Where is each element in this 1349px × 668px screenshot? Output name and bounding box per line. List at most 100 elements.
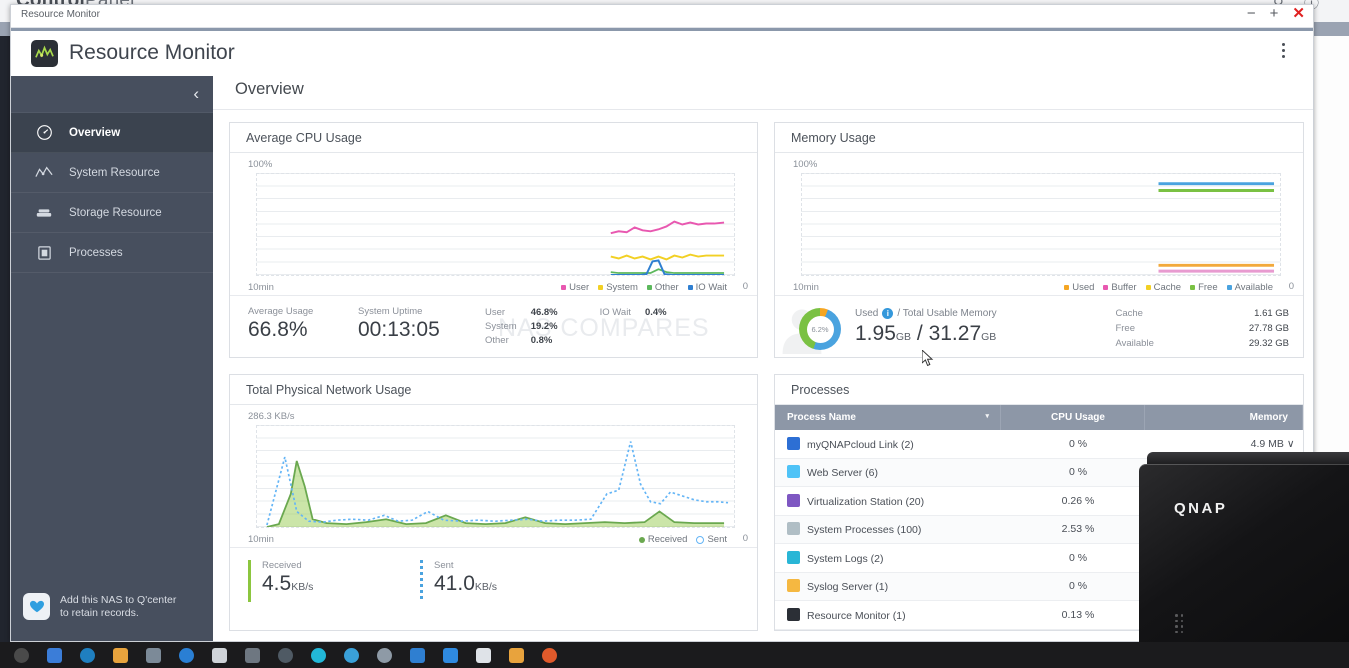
column-process-name[interactable]: Process Name ▾ <box>775 405 1001 430</box>
legend-label: User <box>569 282 590 293</box>
list-icon <box>33 243 55 263</box>
sidebar-item-overview[interactable]: Overview <box>11 113 213 153</box>
legend-label: System <box>606 282 638 293</box>
memory-plot-area <box>801 173 1281 276</box>
memory-panel-title: Memory Usage <box>775 123 1303 153</box>
nas-led-grid <box>1175 614 1189 636</box>
taskbar-icon[interactable] <box>80 647 95 663</box>
cpu-breakdown-table: User 46.8% IO Wait 0.4% System 19.2% Oth… <box>485 307 709 349</box>
taskbar-icon[interactable] <box>245 647 260 663</box>
legend-item-user: User <box>561 282 589 293</box>
app-body: ‹ Overview System Resource Storage Resou… <box>11 76 1313 641</box>
network-usage-panel: Total Physical Network Usage 286.3 KB/s <box>229 374 758 631</box>
taskbar-icon[interactable] <box>278 647 293 663</box>
app-header: Resource Monitor <box>11 31 1313 78</box>
taskbar-icon[interactable] <box>377 647 392 663</box>
taskbar-icon[interactable] <box>146 647 161 663</box>
legend-label: Buffer <box>1111 282 1137 293</box>
stat-label: Sent <box>434 560 454 571</box>
received-color-bar <box>248 560 251 602</box>
gauge-icon <box>33 123 55 143</box>
nas-chassis: QNAP <box>1139 464 1349 668</box>
process-name-cell: Syslog Server (1) <box>775 572 1001 601</box>
info-icon[interactable]: i <box>882 308 894 319</box>
disk-stack-icon <box>33 203 55 223</box>
taskbar-icon[interactable] <box>212 647 227 663</box>
taskbar-icon[interactable] <box>443 647 458 663</box>
legend-label: Sent <box>707 534 727 545</box>
more-options-icon[interactable] <box>1275 43 1291 65</box>
process-name: Virtualization Station (20) <box>807 495 925 508</box>
legend-label: Used <box>1072 282 1095 293</box>
stat-unit: KB/s <box>291 581 314 593</box>
sidebar-item-label: Overview <box>69 126 121 139</box>
sidebar-collapse-button[interactable]: ‹ <box>11 76 213 113</box>
taskbar-start-icon[interactable] <box>14 647 29 663</box>
process-cpu: 0 % <box>1000 572 1145 601</box>
process-name: System Processes (100) <box>807 524 922 537</box>
legend-item-cache: Cache <box>1145 282 1181 293</box>
breakdown-value: 46.8% <box>530 307 558 318</box>
memory-used-value: 1.95 <box>855 322 896 345</box>
sidebar-item-storage-resource[interactable]: Storage Resource <box>11 193 213 233</box>
windows-taskbar[interactable] <box>0 642 1349 668</box>
cpu-plot-area <box>256 173 735 276</box>
memory-row-label: Free <box>1115 323 1136 334</box>
network-received-stat: Received 4.5KB/s <box>248 560 314 602</box>
qcenter-line1: Add this NAS to Q'center <box>60 593 177 606</box>
network-panel-title: Total Physical Network Usage <box>230 375 757 405</box>
process-name-cell: System Processes (100) <box>775 515 1001 544</box>
memory-row-label: Available <box>1115 338 1154 349</box>
memory-row-value: 29.32 GB <box>1248 338 1289 349</box>
memory-used-total-value: 1.95GB / 31.27GB <box>855 322 996 346</box>
column-cpu-usage[interactable]: CPU Usage <box>1000 405 1145 430</box>
stat-value: 00:13:05 <box>358 318 440 341</box>
process-name-cell: Resource Monitor (1) <box>775 600 1001 630</box>
sidebar-item-label: Processes <box>69 246 123 259</box>
chevron-down-icon[interactable]: ∨ <box>1287 438 1295 450</box>
legend-label: Available <box>1234 282 1273 293</box>
taskbar-icon[interactable] <box>410 647 425 663</box>
taskbar-icon[interactable] <box>113 647 128 663</box>
breakdown-value: 19.2% <box>530 321 558 332</box>
cpu-x-label: 10min <box>248 282 274 293</box>
process-name-cell: System Logs (2) <box>775 543 1001 573</box>
window-titlebar[interactable]: Resource Monitor − + ✕ <box>11 5 1313 28</box>
memory-x-label: 10min <box>793 282 819 293</box>
taskbar-icon[interactable] <box>344 647 359 663</box>
process-name-cell: Virtualization Station (20) <box>775 486 1001 516</box>
taskbar-icon[interactable] <box>47 647 62 663</box>
process-name-cell: Web Server (6) <box>775 458 1001 487</box>
qcenter-promo[interactable]: Add this NAS to Q'center to retain recor… <box>11 593 213 620</box>
taskbar-icon[interactable] <box>509 647 524 663</box>
network-chart: 286.3 KB/s 10min Received Sent 0 <box>230 405 757 547</box>
sidebar: ‹ Overview System Resource Storage Resou… <box>11 76 213 641</box>
column-memory[interactable]: Memory <box>1144 405 1303 430</box>
process-cpu: 0.26 % <box>1000 486 1145 516</box>
cpu-legend: User System Other IO Wait <box>561 282 727 293</box>
line-chart-icon <box>33 163 55 183</box>
breakdown-value: 0.8% <box>530 335 553 346</box>
memory-total-value: 31.27 <box>928 322 982 345</box>
legend-item-buffer: Buffer <box>1103 282 1137 293</box>
close-button[interactable]: ✕ <box>1292 6 1305 21</box>
taskbar-icon[interactable] <box>476 647 491 663</box>
overview-heading: Overview <box>235 80 304 98</box>
memory-stats-footer: 6.2% Used i / Total Usable Memory 1.95GB… <box>775 295 1303 357</box>
maximize-button[interactable]: + <box>1270 6 1279 21</box>
cpu-panel-title: Average CPU Usage <box>230 123 757 153</box>
stat-label: Average Usage <box>248 306 314 317</box>
taskbar-icon[interactable] <box>542 647 557 663</box>
taskbar-icon[interactable] <box>311 647 326 663</box>
legend-item-used: Used <box>1064 282 1094 293</box>
sidebar-item-system-resource[interactable]: System Resource <box>11 153 213 193</box>
legend-item-other: Other <box>646 282 679 293</box>
sidebar-item-processes[interactable]: Processes <box>11 233 213 273</box>
taskbar-icon[interactable] <box>179 647 194 663</box>
sort-arrow-icon[interactable]: ▾ <box>985 412 989 420</box>
breakdown-label: System <box>485 321 517 332</box>
network-zero-label: 0 <box>742 533 748 544</box>
qcenter-line2: to retain records. <box>60 606 139 619</box>
minimize-button[interactable]: − <box>1247 6 1256 21</box>
process-cpu: 2.53 % <box>1000 515 1145 544</box>
